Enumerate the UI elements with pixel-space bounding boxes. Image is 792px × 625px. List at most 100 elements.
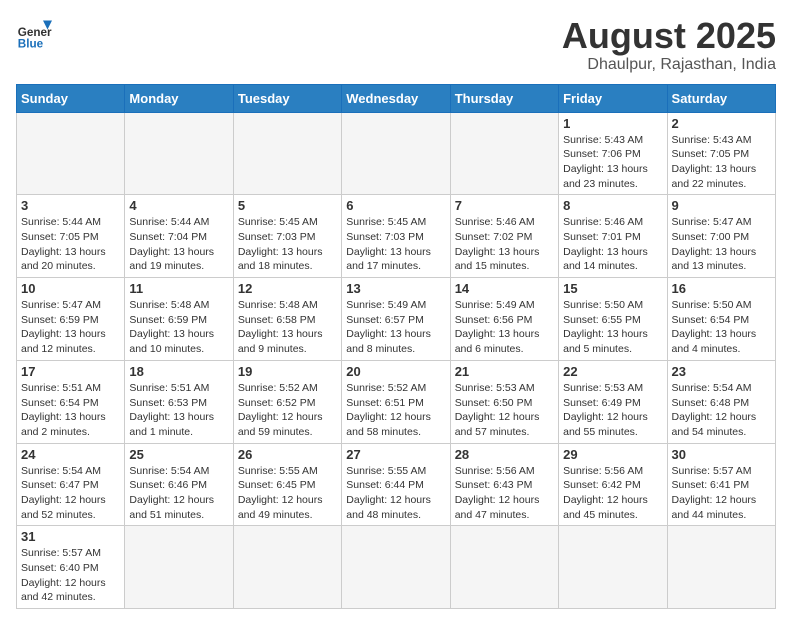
day-number: 1 [563,116,662,131]
day-info: Sunrise: 5:51 AM Sunset: 6:53 PM Dayligh… [129,381,228,440]
table-row: 20Sunrise: 5:52 AM Sunset: 6:51 PM Dayli… [342,360,450,443]
day-number: 24 [21,447,120,462]
day-number: 21 [455,364,554,379]
calendar-week-row: 31 Sunrise: 5:57 AM Sunset: 6:40 PM Dayli… [17,526,776,609]
day-number: 29 [563,447,662,462]
day-number: 26 [238,447,337,462]
day-info: Sunrise: 5:52 AM Sunset: 6:51 PM Dayligh… [346,381,445,440]
title-area: August 2025 Dhaulpur, Rajasthan, India [562,16,776,74]
day-info: Sunrise: 5:51 AM Sunset: 6:54 PM Dayligh… [21,381,120,440]
table-row: 4 Sunrise: 5:44 AM Sunset: 7:04 PM Daylig… [125,195,233,278]
table-row [125,526,233,609]
day-number: 27 [346,447,445,462]
table-row: 12Sunrise: 5:48 AM Sunset: 6:58 PM Dayli… [233,278,341,361]
day-number: 18 [129,364,228,379]
table-row: 8Sunrise: 5:46 AM Sunset: 7:01 PM Daylig… [559,195,667,278]
header-friday: Friday [559,84,667,112]
table-row: 24 Sunrise: 5:54 AM Sunset: 6:47 PM Dayli… [17,443,125,526]
logo: General Blue [16,16,52,52]
day-info: Sunrise: 5:57 AM Sunset: 6:41 PM Dayligh… [672,464,771,523]
day-number: 6 [346,198,445,213]
table-row: 22 Sunrise: 5:53 AM Sunset: 6:49 PM Dayli… [559,360,667,443]
table-row: 30 Sunrise: 5:57 AM Sunset: 6:41 PM Dayli… [667,443,775,526]
calendar-week-row: 10Sunrise: 5:47 AM Sunset: 6:59 PM Dayli… [17,278,776,361]
day-number: 17 [21,364,120,379]
header-thursday: Thursday [450,84,558,112]
table-row: 26 Sunrise: 5:55 AM Sunset: 6:45 PM Dayli… [233,443,341,526]
table-row [17,112,125,195]
table-row: 3Sunrise: 5:44 AM Sunset: 7:05 PM Daylig… [17,195,125,278]
calendar-week-row: 1 Sunrise: 5:43 AM Sunset: 7:06 PM Daylig… [17,112,776,195]
calendar-week-row: 24 Sunrise: 5:54 AM Sunset: 6:47 PM Dayli… [17,443,776,526]
day-info: Sunrise: 5:46 AM Sunset: 7:02 PM Dayligh… [455,215,554,274]
table-row: 15 Sunrise: 5:50 AM Sunset: 6:55 PM Dayli… [559,278,667,361]
day-number: 5 [238,198,337,213]
day-number: 2 [672,116,771,131]
table-row: 2 Sunrise: 5:43 AM Sunset: 7:05 PM Daylig… [667,112,775,195]
table-row: 28 Sunrise: 5:56 AM Sunset: 6:43 PM Dayli… [450,443,558,526]
day-info: Sunrise: 5:57 AM Sunset: 6:40 PM Dayligh… [21,546,120,605]
day-number: 23 [672,364,771,379]
day-info: Sunrise: 5:54 AM Sunset: 6:46 PM Dayligh… [129,464,228,523]
table-row: 13Sunrise: 5:49 AM Sunset: 6:57 PM Dayli… [342,278,450,361]
table-row [233,112,341,195]
day-number: 22 [563,364,662,379]
calendar-week-row: 3Sunrise: 5:44 AM Sunset: 7:05 PM Daylig… [17,195,776,278]
day-info: Sunrise: 5:45 AM Sunset: 7:03 PM Dayligh… [238,215,337,274]
day-info: Sunrise: 5:54 AM Sunset: 6:47 PM Dayligh… [21,464,120,523]
table-row [450,526,558,609]
table-row [559,526,667,609]
day-number: 8 [563,198,662,213]
table-row [667,526,775,609]
table-row: 14 Sunrise: 5:49 AM Sunset: 6:56 PM Dayli… [450,278,558,361]
day-number: 16 [672,281,771,296]
day-info: Sunrise: 5:44 AM Sunset: 7:05 PM Dayligh… [21,215,120,274]
day-info: Sunrise: 5:56 AM Sunset: 6:43 PM Dayligh… [455,464,554,523]
day-info: Sunrise: 5:43 AM Sunset: 7:06 PM Dayligh… [563,133,662,192]
day-number: 15 [563,281,662,296]
day-number: 9 [672,198,771,213]
table-row: 6 Sunrise: 5:45 AM Sunset: 7:03 PM Daylig… [342,195,450,278]
svg-text:Blue: Blue [18,38,44,51]
day-info: Sunrise: 5:52 AM Sunset: 6:52 PM Dayligh… [238,381,337,440]
day-info: Sunrise: 5:47 AM Sunset: 6:59 PM Dayligh… [21,298,120,357]
day-info: Sunrise: 5:48 AM Sunset: 6:59 PM Dayligh… [129,298,228,357]
table-row: 17 Sunrise: 5:51 AM Sunset: 6:54 PM Dayli… [17,360,125,443]
calendar-title: August 2025 [562,16,776,56]
day-number: 31 [21,529,120,544]
table-row: 1 Sunrise: 5:43 AM Sunset: 7:06 PM Daylig… [559,112,667,195]
day-number: 4 [129,198,228,213]
table-row: 19Sunrise: 5:52 AM Sunset: 6:52 PM Dayli… [233,360,341,443]
day-info: Sunrise: 5:55 AM Sunset: 6:44 PM Dayligh… [346,464,445,523]
table-row: 27 Sunrise: 5:55 AM Sunset: 6:44 PM Dayli… [342,443,450,526]
table-row [233,526,341,609]
day-number: 25 [129,447,228,462]
day-info: Sunrise: 5:47 AM Sunset: 7:00 PM Dayligh… [672,215,771,274]
day-info: Sunrise: 5:53 AM Sunset: 6:50 PM Dayligh… [455,381,554,440]
table-row [342,526,450,609]
table-row: 10Sunrise: 5:47 AM Sunset: 6:59 PM Dayli… [17,278,125,361]
day-info: Sunrise: 5:43 AM Sunset: 7:05 PM Dayligh… [672,133,771,192]
day-number: 28 [455,447,554,462]
day-info: Sunrise: 5:50 AM Sunset: 6:55 PM Dayligh… [563,298,662,357]
day-number: 30 [672,447,771,462]
table-row: 23Sunrise: 5:54 AM Sunset: 6:48 PM Dayli… [667,360,775,443]
day-info: Sunrise: 5:44 AM Sunset: 7:04 PM Dayligh… [129,215,228,274]
day-info: Sunrise: 5:49 AM Sunset: 6:57 PM Dayligh… [346,298,445,357]
table-row: 5 Sunrise: 5:45 AM Sunset: 7:03 PM Daylig… [233,195,341,278]
table-row: 25 Sunrise: 5:54 AM Sunset: 6:46 PM Dayli… [125,443,233,526]
table-row: 11 Sunrise: 5:48 AM Sunset: 6:59 PM Dayli… [125,278,233,361]
table-row: 18 Sunrise: 5:51 AM Sunset: 6:53 PM Dayli… [125,360,233,443]
header-wednesday: Wednesday [342,84,450,112]
day-info: Sunrise: 5:53 AM Sunset: 6:49 PM Dayligh… [563,381,662,440]
header-sunday: Sunday [17,84,125,112]
table-row [450,112,558,195]
day-number: 14 [455,281,554,296]
day-info: Sunrise: 5:55 AM Sunset: 6:45 PM Dayligh… [238,464,337,523]
table-row: 21 Sunrise: 5:53 AM Sunset: 6:50 PM Dayli… [450,360,558,443]
day-number: 11 [129,281,228,296]
day-info: Sunrise: 5:50 AM Sunset: 6:54 PM Dayligh… [672,298,771,357]
calendar-table: Sunday Monday Tuesday Wednesday Thursday… [16,84,776,610]
day-info: Sunrise: 5:49 AM Sunset: 6:56 PM Dayligh… [455,298,554,357]
day-info: Sunrise: 5:45 AM Sunset: 7:03 PM Dayligh… [346,215,445,274]
